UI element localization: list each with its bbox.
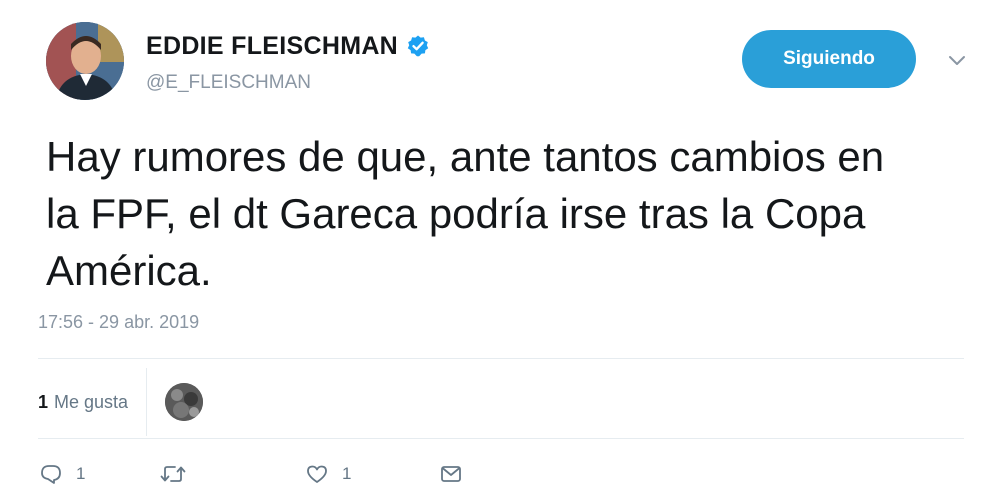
- tweet-text-line: América.: [46, 247, 212, 294]
- retweet-icon: [160, 466, 186, 482]
- direct-message-button[interactable]: [440, 465, 462, 483]
- reply-icon: [41, 465, 61, 484]
- chevron-down-icon: [949, 56, 965, 65]
- verified-badge-icon: [406, 34, 430, 58]
- tweet-text-line: Hay rumores de que, ante tantos cambios …: [46, 133, 885, 180]
- heart-icon: [307, 465, 327, 483]
- retweet-button[interactable]: [160, 464, 306, 484]
- tweet-card: EDDIE FLEISCHMAN @E_FLEISCHMAN Siguiendo…: [0, 0, 1000, 503]
- tweet-actions: 1 1: [40, 456, 462, 492]
- reply-button[interactable]: 1: [40, 464, 160, 484]
- envelope-icon: [441, 466, 461, 482]
- author-name[interactable]: EDDIE FLEISCHMAN: [146, 32, 398, 61]
- tweet-text-line: la FPF, el dt Gareca podría irse tras la…: [46, 190, 866, 237]
- like-count: 1: [342, 464, 352, 483]
- tweet-text: Hay rumores de que, ante tantos cambios …: [46, 128, 966, 299]
- following-button[interactable]: Siguiendo: [742, 30, 916, 88]
- likes-count: 1: [38, 391, 49, 412]
- likes-count-link[interactable]: 1 Me gusta: [38, 392, 128, 413]
- author-handle[interactable]: @E_FLEISCHMAN: [146, 72, 311, 94]
- tweet-timestamp[interactable]: 17:56 - 29 abr. 2019: [38, 312, 199, 333]
- likes-separator: [146, 368, 148, 436]
- divider: [38, 358, 964, 359]
- author-name-row: EDDIE FLEISCHMAN: [146, 30, 430, 62]
- more-options-button[interactable]: [942, 48, 972, 74]
- liker-avatar-image: [165, 383, 204, 421]
- likes-summary-row: 1 Me gusta: [38, 368, 964, 436]
- divider: [38, 438, 964, 439]
- reply-count: 1: [76, 464, 86, 483]
- like-button[interactable]: 1: [306, 464, 440, 484]
- author-avatar-image: [46, 22, 124, 100]
- likes-label: Me gusta: [54, 391, 129, 412]
- author-avatar[interactable]: [46, 22, 124, 100]
- liker-avatar[interactable]: [165, 383, 204, 421]
